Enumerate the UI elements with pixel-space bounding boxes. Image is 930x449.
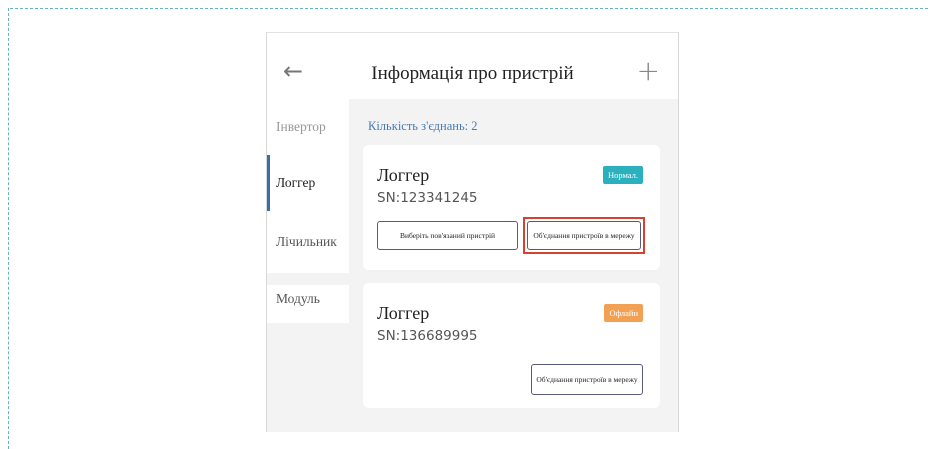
sidebar-item-module[interactable]: Модуль: [267, 285, 349, 323]
status-badge: Нормал.: [602, 166, 643, 184]
device-name: Логгер: [377, 303, 430, 323]
device-card: Логгер SN:123341245 Нормал. Виберіть пов…: [363, 145, 660, 270]
dashed-frame-top: [10, 8, 928, 9]
device-card: Логгер SN:136689995 Офлайн Об'єднання пр…: [363, 283, 660, 408]
device-serial: SN:123341245: [377, 190, 478, 206]
select-linked-device-button[interactable]: Виберіть пов'язаний пристрій: [377, 221, 518, 250]
status-badge: Офлайн: [604, 304, 643, 322]
dashed-frame-left: [8, 8, 9, 449]
device-serial: SN:136689995: [377, 328, 478, 344]
device-name: Логгер: [377, 165, 430, 185]
sidebar-item-meter[interactable]: Лічильник: [267, 211, 349, 273]
highlight-box: [523, 217, 645, 254]
connections-count: Кількість з'єднань: 2: [368, 119, 478, 133]
network-devices-button[interactable]: Об'єднання пристроїв в мережу: [531, 364, 643, 395]
sidebar-item-logger[interactable]: Логгер: [267, 155, 349, 211]
page-title: Інформація про пристрій: [371, 63, 574, 84]
header: ← Інформація про пристрій +: [267, 33, 678, 99]
add-icon[interactable]: +: [637, 57, 660, 85]
sidebar-item-inverter[interactable]: Інвертор: [267, 99, 349, 155]
device-info-screen: ← Інформація про пристрій + Інвертор Лог…: [266, 32, 679, 432]
